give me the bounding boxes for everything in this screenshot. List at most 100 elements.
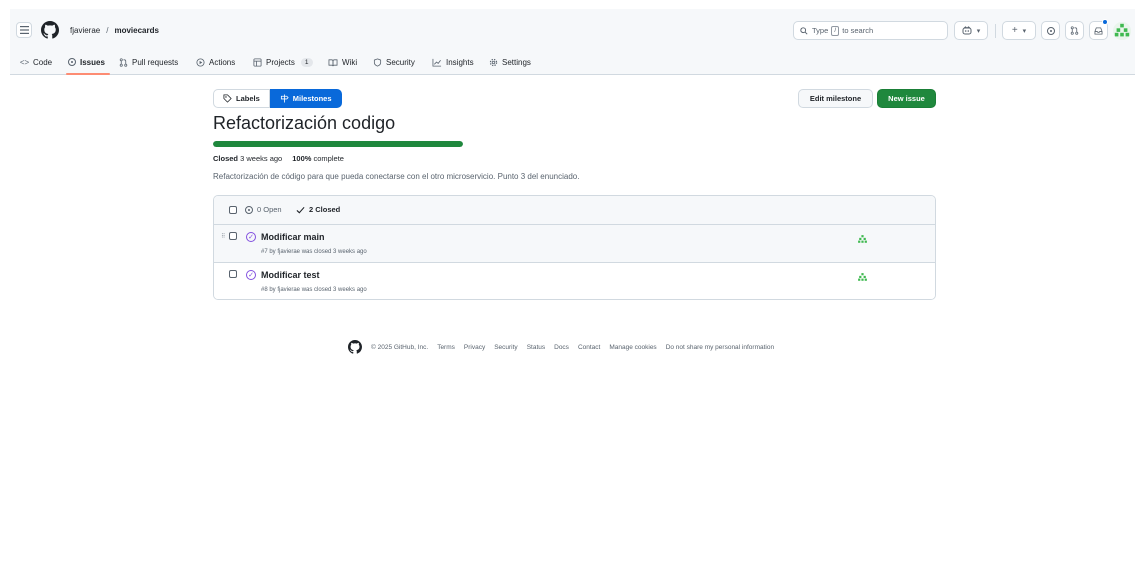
user-avatar[interactable] xyxy=(1113,22,1131,40)
identicon-icon xyxy=(1113,22,1131,40)
git-pull-request-icon xyxy=(119,57,128,67)
tab-issues[interactable]: Issues xyxy=(68,53,105,71)
play-icon xyxy=(196,57,205,67)
footer-link-manage-cookies[interactable]: Manage cookies xyxy=(609,344,656,351)
footer: © 2025 GitHub, Inc. Terms Privacy Securi… xyxy=(348,339,774,355)
code-icon: <> xyxy=(19,57,30,67)
issues-list: 0 Open 2 Closed ⠿ ✓ Modificar main #7 by… xyxy=(213,195,936,300)
select-all-checkbox[interactable] xyxy=(229,206,237,214)
tab-wiki-label: Wiki xyxy=(342,57,358,67)
create-new-button[interactable]: + ▾ xyxy=(1002,21,1036,40)
issues-list-header: 0 Open 2 Closed xyxy=(214,196,935,225)
milestone-title: Refactorización codigo xyxy=(213,113,396,133)
pull-requests-shortcut-button[interactable] xyxy=(1065,21,1084,40)
labels-button[interactable]: Labels xyxy=(213,89,270,108)
breadcrumb-repo[interactable]: moviecards xyxy=(114,26,158,35)
repo-nav: <> Code Issues Pull requests Actions Proj… xyxy=(10,49,1135,75)
tab-actions[interactable]: Actions xyxy=(196,53,235,71)
tab-projects-label: Projects xyxy=(266,57,295,67)
footer-link-terms[interactable]: Terms xyxy=(437,344,455,351)
list-item[interactable]: ⠿ ✓ Modificar main #7 by fjavierae was c… xyxy=(214,225,935,263)
tab-pull-requests-label: Pull requests xyxy=(132,57,179,67)
assignee-avatar-icon[interactable] xyxy=(857,272,868,283)
footer-link-security[interactable]: Security xyxy=(494,344,517,351)
issue-checkbox[interactable] xyxy=(229,232,237,240)
issue-closed-icon: ✓ xyxy=(246,232,256,242)
tab-code[interactable]: <> Code xyxy=(20,53,52,71)
tab-security-label: Security xyxy=(386,57,415,67)
footer-link-privacy[interactable]: Privacy xyxy=(464,344,485,351)
milestones-button-label: Milestones xyxy=(292,94,332,103)
issue-meta: #7 by fjavierae was closed 3 weeks ago xyxy=(261,249,367,255)
issue-closed-icon: ✓ xyxy=(246,270,256,280)
table-icon xyxy=(253,57,262,67)
search-suffix: to search xyxy=(842,26,874,35)
milestones-button[interactable]: Milestones xyxy=(269,89,342,108)
milestone-status-time: 3 weeks ago xyxy=(240,154,283,163)
milestone-complete-word: complete xyxy=(313,154,344,163)
issue-checkbox[interactable] xyxy=(229,270,237,278)
footer-copyright: © 2025 GitHub, Inc. xyxy=(371,343,429,351)
check-icon xyxy=(296,206,305,213)
github-logo-icon[interactable] xyxy=(41,21,59,39)
tab-pull-requests[interactable]: Pull requests xyxy=(119,53,178,71)
milestone-progress-fill xyxy=(213,141,463,147)
graph-icon xyxy=(432,58,442,67)
footer-link-status[interactable]: Status xyxy=(527,344,545,351)
plus-icon: + xyxy=(1011,25,1018,36)
edit-milestone-button[interactable]: Edit milestone xyxy=(798,89,873,108)
search-input[interactable]: Type / to search xyxy=(793,21,948,40)
search-prefix: Type xyxy=(812,26,829,35)
active-tab-indicator xyxy=(66,73,110,75)
inbox-icon xyxy=(1094,26,1103,35)
tab-actions-label: Actions xyxy=(209,57,236,67)
tab-settings[interactable]: Settings xyxy=(489,53,531,71)
list-item[interactable]: ✓ Modificar test #8 by fjavierae was clo… xyxy=(214,263,935,299)
new-issue-button[interactable]: New issue xyxy=(877,89,936,108)
copilot-button[interactable]: ▾ xyxy=(954,21,988,40)
shield-icon xyxy=(373,57,382,67)
search-shortcut-key: / xyxy=(831,25,840,36)
drag-handle-icon[interactable]: ⠿ xyxy=(221,233,225,240)
milestone-description: Refactorización de código para que pueda… xyxy=(213,172,580,181)
header-divider xyxy=(995,24,996,38)
assignee-avatar-icon[interactable] xyxy=(857,234,868,245)
chevron-down-icon: ▾ xyxy=(1022,27,1027,35)
milestone-meta: Closed 3 weeks ago 100% complete xyxy=(213,154,344,163)
tag-icon xyxy=(223,94,232,103)
issue-opened-icon xyxy=(245,205,253,214)
issue-opened-icon xyxy=(1046,26,1055,35)
footer-link-contact[interactable]: Contact xyxy=(578,344,600,351)
milestone-complete-percent: 100% xyxy=(292,154,312,163)
tab-wiki[interactable]: Wiki xyxy=(328,53,357,71)
projects-counter: 1 xyxy=(300,57,313,67)
tab-issues-label: Issues xyxy=(80,57,105,67)
issue-title[interactable]: Modificar main xyxy=(261,232,325,242)
closed-issues-filter[interactable]: 2 Closed xyxy=(296,205,340,214)
milestone-progress-bar xyxy=(213,141,463,147)
issues-shortcut-button[interactable] xyxy=(1041,21,1060,40)
issue-meta: #8 by fjavierae was closed 3 weeks ago xyxy=(261,287,367,293)
git-pull-request-icon xyxy=(1070,26,1079,35)
breadcrumb-separator: / xyxy=(106,26,109,35)
gear-icon xyxy=(489,58,498,66)
tab-projects[interactable]: Projects 1 xyxy=(253,53,313,71)
issue-title[interactable]: Modificar test xyxy=(261,270,320,280)
menu-button[interactable] xyxy=(16,22,32,38)
tab-security[interactable]: Security xyxy=(373,53,415,71)
github-logo-icon[interactable] xyxy=(348,340,362,354)
hamburger-icon xyxy=(19,26,29,34)
copilot-icon xyxy=(962,26,972,35)
closed-issues-label: 2 Closed xyxy=(309,205,341,214)
labels-button-label: Labels xyxy=(236,94,260,103)
milestone-icon xyxy=(280,94,289,103)
open-issues-filter[interactable]: 0 Open xyxy=(245,205,282,214)
tab-insights[interactable]: Insights xyxy=(432,53,474,71)
search-icon xyxy=(800,26,808,35)
footer-link-do-not-share[interactable]: Do not share my personal information xyxy=(666,344,774,351)
app-header: fjavierae / moviecards Type / to search ▾ … xyxy=(10,9,1135,75)
issue-opened-icon xyxy=(68,58,76,66)
breadcrumb-owner[interactable]: fjavierae xyxy=(70,26,100,35)
footer-link-docs[interactable]: Docs xyxy=(554,344,569,351)
labels-milestones-toggle: Labels Milestones xyxy=(213,89,342,108)
